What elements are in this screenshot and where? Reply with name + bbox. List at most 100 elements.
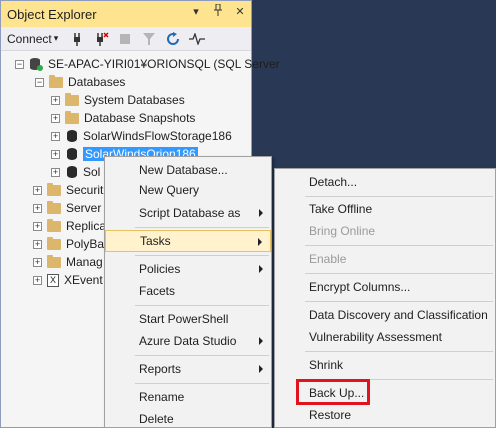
restore-label: Restore bbox=[309, 408, 352, 422]
folder-icon bbox=[49, 74, 63, 88]
expand-icon[interactable]: + bbox=[33, 275, 42, 285]
menu-item-new-query[interactable]: New Query bbox=[105, 179, 271, 201]
menu-item-script-database[interactable]: Script Database as bbox=[105, 202, 271, 224]
expand-icon[interactable]: + bbox=[33, 239, 42, 249]
expand-icon[interactable]: + bbox=[33, 257, 42, 267]
menu-item-take-offline[interactable]: Take Offline bbox=[275, 198, 495, 220]
panel-title: Object Explorer bbox=[7, 6, 97, 22]
database-icon bbox=[67, 148, 77, 160]
expand-icon[interactable]: + bbox=[51, 149, 60, 159]
encrypt-columns-label: Encrypt Columns... bbox=[309, 280, 411, 294]
menu-item-azure-data-studio[interactable]: Azure Data Studio bbox=[105, 330, 271, 352]
expand-icon[interactable]: + bbox=[51, 167, 60, 177]
tree-node-server[interactable]: − SE-APAC-YIRI01¥ORIONSQL (SQL Server bbox=[15, 55, 280, 73]
submenu-arrow-icon bbox=[259, 337, 263, 345]
menu-item-tasks[interactable]: Tasks bbox=[105, 230, 271, 252]
enable-label: Enable bbox=[309, 252, 347, 266]
databases-label: Databases bbox=[68, 75, 126, 89]
snapshots-label: Database Snapshots bbox=[84, 111, 196, 125]
expand-icon[interactable]: + bbox=[33, 185, 42, 195]
object-explorer-toolbar: Connect ▾ bbox=[1, 27, 251, 51]
menu-separator bbox=[135, 355, 269, 356]
tree-node-flowstorage[interactable]: + SolarWindsFlowStorage186 bbox=[51, 127, 232, 145]
expand-icon[interactable]: + bbox=[33, 221, 42, 231]
menu-item-reports[interactable]: Reports bbox=[105, 358, 271, 380]
menu-item-restore[interactable]: Restore bbox=[275, 404, 495, 426]
tree-node-xevent[interactable]: + X XEvent bbox=[33, 271, 103, 289]
flowstorage-label: SolarWindsFlowStorage186 bbox=[83, 129, 232, 143]
start-powershell-label: Start PowerShell bbox=[139, 312, 229, 326]
new-query-label: New Query bbox=[139, 183, 200, 197]
tree-node-server-objects[interactable]: + Server bbox=[33, 199, 101, 217]
tree-node-security[interactable]: + Securit bbox=[33, 181, 103, 199]
refresh-icon[interactable] bbox=[164, 30, 182, 48]
close-icon[interactable]: ✕ bbox=[233, 5, 247, 18]
folder-icon bbox=[65, 92, 79, 106]
delete-label: Delete bbox=[139, 412, 174, 426]
window-position-dropdown-icon[interactable]: ▾ bbox=[189, 5, 203, 18]
azure-data-studio-label: Azure Data Studio bbox=[139, 334, 237, 348]
expand-icon[interactable]: + bbox=[51, 131, 60, 141]
submenu-arrow-icon bbox=[259, 265, 263, 273]
expand-icon[interactable]: + bbox=[51, 113, 60, 123]
database-icon bbox=[67, 130, 77, 142]
script-database-label: Script Database as bbox=[139, 206, 241, 220]
menu-item-new-database[interactable]: New Database... bbox=[105, 159, 271, 181]
tree-node-system-databases[interactable]: + System Databases bbox=[51, 91, 185, 109]
replication-label: Replica bbox=[66, 219, 107, 233]
bring-online-label: Bring Online bbox=[309, 224, 376, 238]
menu-item-bring-online: Bring Online bbox=[275, 220, 495, 242]
collapse-icon[interactable]: − bbox=[15, 59, 24, 69]
tree-node-database-snapshots[interactable]: + Database Snapshots bbox=[51, 109, 195, 127]
tree-node-sol[interactable]: + Sol bbox=[51, 163, 100, 181]
security-label: Securit bbox=[66, 183, 104, 197]
expand-icon[interactable]: + bbox=[51, 95, 60, 105]
menu-item-delete[interactable]: Delete bbox=[105, 408, 271, 428]
tree-node-replication[interactable]: + Replica bbox=[33, 217, 106, 235]
disconnect-icon[interactable] bbox=[92, 30, 110, 48]
tree-node-polybase[interactable]: + PolyBa bbox=[33, 235, 104, 253]
menu-separator bbox=[135, 383, 269, 384]
folder-icon bbox=[47, 200, 61, 214]
connect-button[interactable]: Connect ▾ bbox=[7, 32, 58, 46]
filter-icon[interactable] bbox=[140, 30, 158, 48]
menu-item-start-powershell[interactable]: Start PowerShell bbox=[105, 308, 271, 330]
connect-label: Connect bbox=[7, 31, 52, 46]
menu-separator bbox=[305, 196, 493, 197]
menu-separator bbox=[305, 245, 493, 246]
server-icon bbox=[30, 58, 43, 71]
context-menu: New Database... New Query Script Databas… bbox=[104, 156, 272, 428]
menu-item-data-discovery[interactable]: Data Discovery and Classification bbox=[275, 304, 495, 326]
menu-item-policies[interactable]: Policies bbox=[105, 258, 271, 280]
expand-icon[interactable]: + bbox=[33, 203, 42, 213]
activity-monitor-icon[interactable] bbox=[188, 30, 206, 48]
menu-item-rename[interactable]: Rename bbox=[105, 386, 271, 408]
pin-icon[interactable] bbox=[211, 3, 225, 19]
title-bar-buttons: ▾ ✕ bbox=[189, 3, 247, 19]
reports-label: Reports bbox=[139, 362, 182, 376]
collapse-icon[interactable]: − bbox=[35, 77, 44, 87]
stop-icon[interactable] bbox=[116, 30, 134, 48]
shrink-label: Shrink bbox=[309, 358, 344, 372]
menu-item-facets[interactable]: Facets bbox=[105, 280, 271, 302]
rename-label: Rename bbox=[139, 390, 185, 404]
menu-item-encrypt-columns[interactable]: Encrypt Columns... bbox=[275, 276, 495, 298]
menu-item-vulnerability-assessment[interactable]: Vulnerability Assessment bbox=[275, 326, 495, 348]
detach-label: Detach... bbox=[309, 175, 358, 189]
menu-item-shrink[interactable]: Shrink bbox=[275, 354, 495, 376]
tree-node-management[interactable]: + Manag bbox=[33, 253, 103, 271]
menu-separator bbox=[135, 255, 269, 256]
menu-separator bbox=[135, 305, 269, 306]
tasks-label: Tasks bbox=[140, 234, 171, 248]
back-up-highlight-box bbox=[296, 379, 370, 405]
management-label: Manag bbox=[66, 255, 103, 269]
xevent-label: XEvent bbox=[64, 273, 103, 287]
folder-icon bbox=[65, 110, 79, 124]
connect-plug-icon[interactable] bbox=[68, 30, 86, 48]
menu-item-detach[interactable]: Detach... bbox=[275, 171, 495, 193]
new-database-label: New Database... bbox=[139, 163, 228, 177]
chevron-down-icon: ▾ bbox=[53, 33, 59, 43]
folder-icon bbox=[47, 236, 61, 250]
data-discovery-label: Data Discovery and Classification bbox=[309, 308, 488, 322]
tree-node-databases[interactable]: − Databases bbox=[35, 73, 125, 91]
